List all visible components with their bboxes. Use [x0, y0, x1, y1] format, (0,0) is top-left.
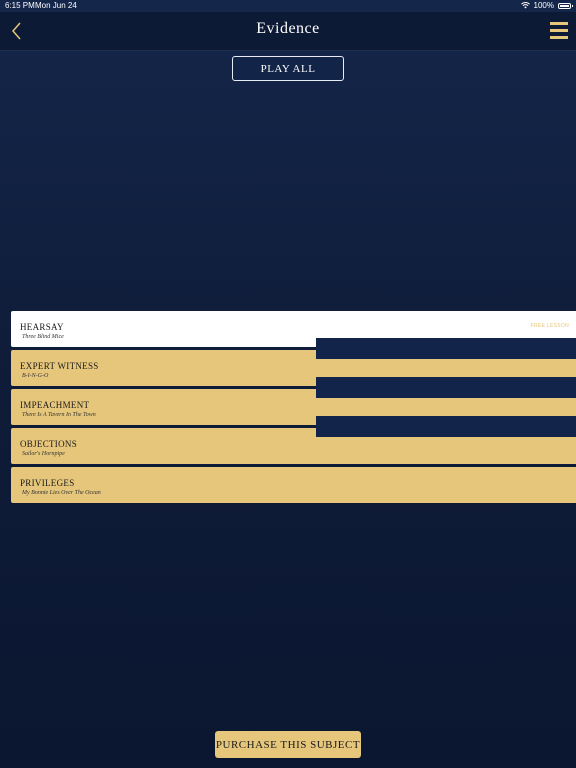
play-all-button[interactable]: PLAY ALL: [232, 56, 344, 81]
battery-icon: [558, 2, 573, 9]
lesson-subtitle: Three Blind Mice: [22, 334, 64, 340]
lesson-subtitle: Sailor's Hornpipe: [22, 451, 65, 457]
status-indicators: 100%: [520, 1, 573, 10]
lesson-title: IMPEACHMENT: [20, 400, 90, 410]
lesson-title: PRIVILEGES: [20, 478, 75, 488]
free-lesson-badge: FREE LESSON: [530, 323, 569, 329]
menu-button[interactable]: [550, 21, 568, 41]
lesson-subtitle: My Bonnie Lies Over The Ocean: [22, 490, 101, 496]
lesson-title: EXPERT WITNESS: [20, 361, 99, 371]
page-title: Evidence: [256, 20, 320, 37]
purchase-subject-button[interactable]: PURCHASE THIS SUBJECT: [215, 731, 361, 758]
lesson-list: HEARSAY Three Blind Mice FREE LESSON EXP…: [11, 311, 576, 506]
lesson-overlay-bar: [316, 416, 576, 437]
menu-icon: [550, 22, 568, 39]
lesson-item-privileges[interactable]: PRIVILEGES My Bonnie Lies Over The Ocean: [11, 467, 576, 503]
lesson-title: OBJECTIONS: [20, 439, 78, 449]
lesson-title: HEARSAY: [20, 322, 64, 332]
lesson-subtitle: B-I-N-G-O: [22, 373, 49, 379]
lesson-overlay-bar: [316, 377, 576, 398]
lesson-subtitle: There Is A Tavern In The Town: [22, 412, 96, 418]
status-bar: 6:15 PM Mon Jun 24 100%: [0, 0, 576, 12]
battery-percent: 100%: [533, 1, 554, 10]
nav-bar: Evidence: [0, 12, 576, 51]
status-date: Mon Jun 24: [35, 1, 77, 10]
lesson-overlay-bar: [316, 338, 576, 359]
wifi-icon: [520, 2, 530, 9]
lesson-item-hearsay[interactable]: HEARSAY Three Blind Mice FREE LESSON: [11, 311, 576, 359]
status-time: 6:15 PM: [5, 1, 35, 10]
